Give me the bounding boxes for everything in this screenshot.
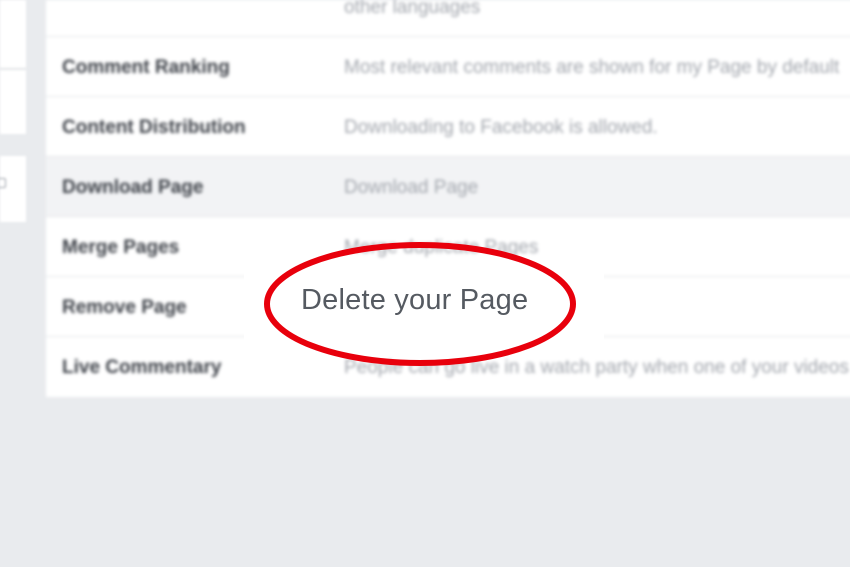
delete-page-link[interactable]: Delete your Page <box>301 284 528 317</box>
screenshot-stage: other languages Comment Ranking Most rel… <box>0 0 850 567</box>
live-commentary-value: People can go live in a watch party when… <box>344 357 849 378</box>
comment-ranking-label: Comment Ranking <box>62 57 230 78</box>
sidebar-item[interactable] <box>0 0 26 69</box>
content-distribution-value: Downloading to Facebook is allowed. <box>344 117 658 138</box>
settings-row-languages[interactable]: other languages <box>46 0 850 37</box>
sidebar-square-icon <box>0 178 6 188</box>
download-page-link[interactable]: Download Page <box>344 177 478 199</box>
settings-row-comment-ranking[interactable]: Comment Ranking Most relevant comments a… <box>46 37 850 97</box>
live-commentary-label: Live Commentary <box>62 357 222 378</box>
merge-pages-link[interactable]: Merge duplicate Pages <box>344 237 538 259</box>
merge-pages-label: Merge Pages <box>62 237 180 258</box>
content-distribution-label: Content Distribution <box>62 117 246 138</box>
left-sidebar <box>0 0 26 222</box>
settings-row-live-commentary[interactable]: Live Commentary People can go live in a … <box>46 337 850 397</box>
remove-page-label: Remove Page <box>62 297 187 318</box>
settings-row-content-distribution[interactable]: Content Distribution Downloading to Face… <box>46 97 850 157</box>
sidebar-item[interactable] <box>0 156 26 222</box>
sidebar-item[interactable] <box>0 70 26 134</box>
settings-row-download-page[interactable]: Download Page Download Page <box>46 157 850 217</box>
languages-value: other languages <box>344 0 481 18</box>
comment-ranking-value: Most relevant comments are shown for my … <box>344 57 840 78</box>
download-page-label: Download Page <box>62 177 204 198</box>
